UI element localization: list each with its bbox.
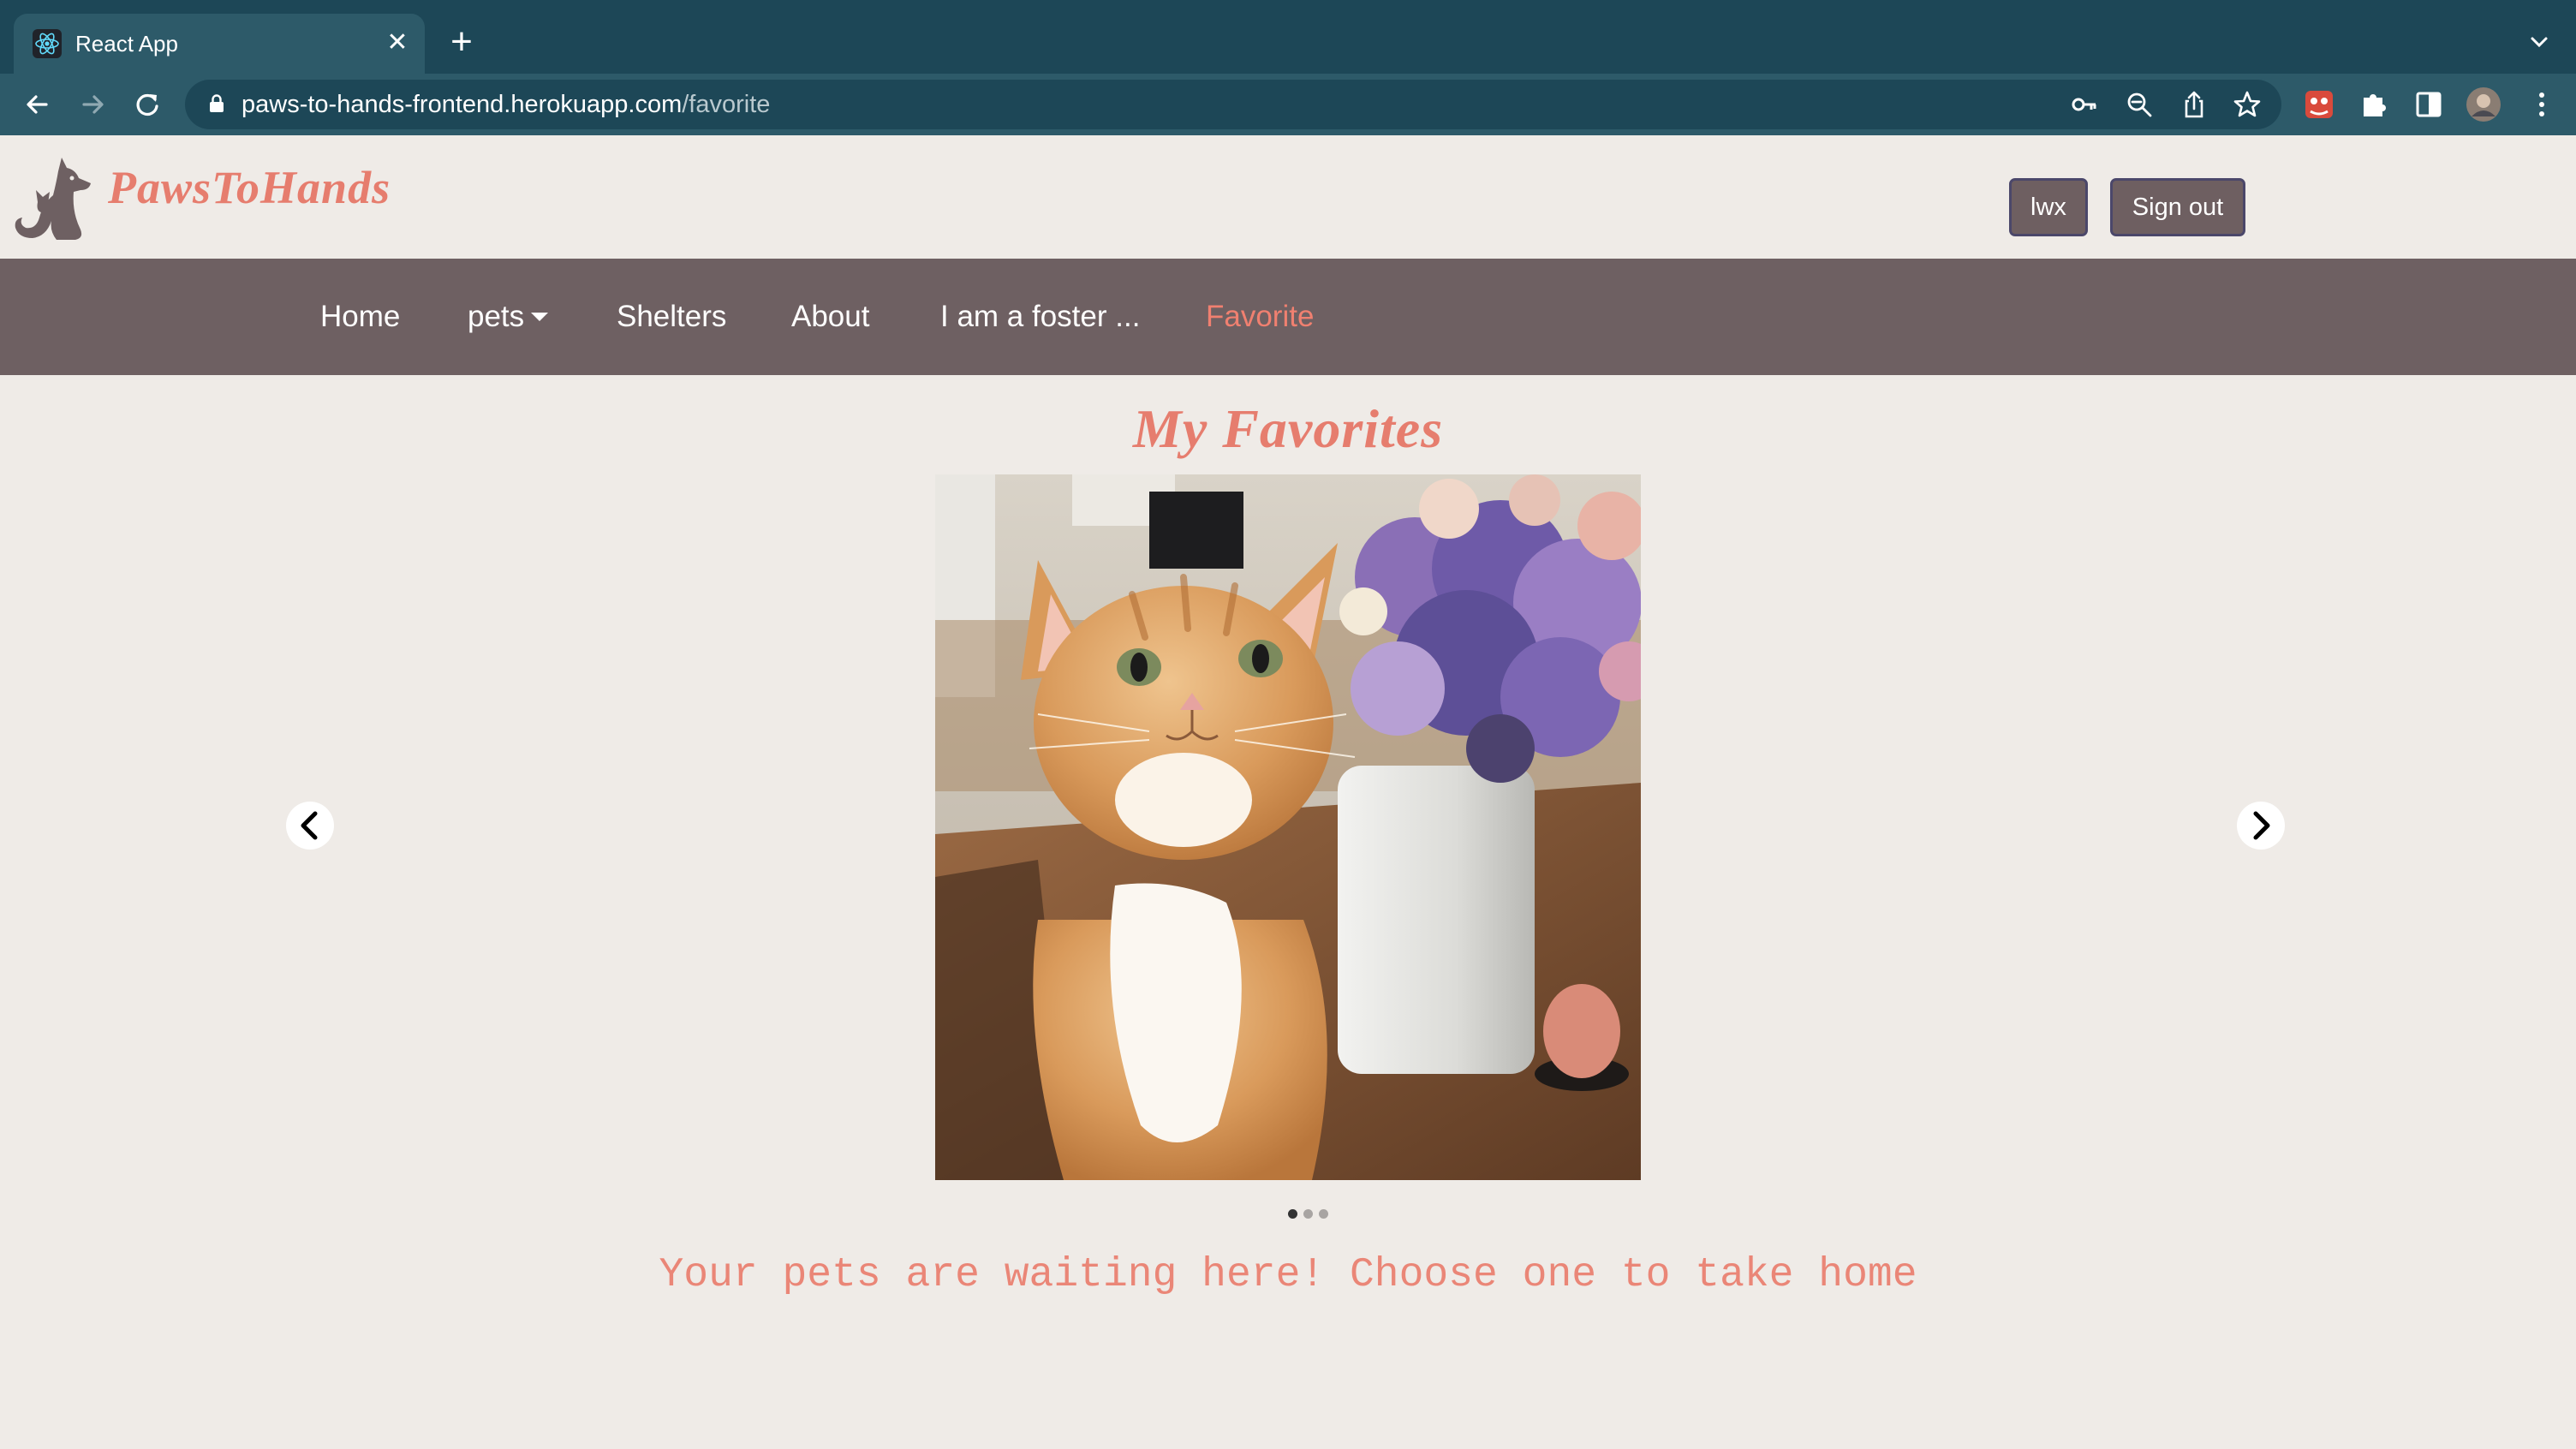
address-bar[interactable]: paws-to-hands-frontend.herokuapp.com/fav… bbox=[185, 80, 2281, 129]
user-profile-button[interactable]: lwx bbox=[2009, 178, 2088, 236]
sign-out-button[interactable]: Sign out bbox=[2110, 178, 2245, 236]
brand-logo-text[interactable]: PawsToHands bbox=[108, 161, 391, 214]
browser-menu-kebab-icon[interactable] bbox=[2521, 84, 2562, 125]
nav-foster-label: I am a foster ... bbox=[940, 300, 1141, 333]
nav-favorite[interactable]: Favorite bbox=[1206, 296, 1314, 337]
nav-shelters[interactable]: Shelters bbox=[617, 296, 726, 337]
browser-tab-strip: React App ✕ + bbox=[0, 0, 2576, 74]
reload-icon[interactable] bbox=[127, 84, 168, 125]
page-title: My Favorites bbox=[1132, 398, 1444, 459]
carousel-prev-chevron-icon[interactable] bbox=[286, 802, 334, 850]
carousel-dot[interactable] bbox=[1319, 1209, 1328, 1219]
nav-pets-dropdown[interactable]: pets bbox=[468, 296, 549, 337]
nav-about-label: About bbox=[791, 300, 870, 333]
new-tab-plus-icon[interactable]: + bbox=[442, 22, 481, 62]
key-icon[interactable] bbox=[2069, 89, 2100, 120]
url-text[interactable]: paws-to-hands-frontend.herokuapp.com/fav… bbox=[242, 90, 770, 119]
carousel-dot[interactable] bbox=[1303, 1209, 1313, 1219]
lock-icon[interactable] bbox=[209, 94, 224, 113]
browser-tab[interactable]: React App ✕ bbox=[14, 14, 425, 74]
dog-cat-logo-icon[interactable] bbox=[12, 152, 92, 242]
carousel-next-chevron-icon[interactable] bbox=[2237, 802, 2285, 850]
nav-home[interactable]: Home bbox=[320, 296, 400, 337]
profile-avatar-icon[interactable] bbox=[2463, 84, 2504, 125]
react-favicon-icon bbox=[33, 29, 62, 58]
browser-toolbar: paws-to-hands-frontend.herokuapp.com/fav… bbox=[0, 74, 2576, 135]
close-tab-icon[interactable]: ✕ bbox=[380, 26, 414, 60]
extensions-puzzle-icon[interactable] bbox=[2353, 84, 2394, 125]
url-path: /favorite bbox=[682, 91, 771, 118]
share-icon[interactable] bbox=[2179, 89, 2209, 120]
nav-pets-label: pets bbox=[468, 300, 525, 333]
extension-red-icon[interactable] bbox=[2299, 84, 2340, 125]
nav-home-label: Home bbox=[320, 300, 401, 333]
nav-foster[interactable]: I am a foster ... bbox=[940, 296, 1140, 337]
back-arrow-icon[interactable] bbox=[17, 84, 58, 125]
favorites-carousel-slide[interactable] bbox=[935, 474, 1641, 1180]
cat-photo bbox=[935, 474, 1641, 1180]
nav-favorite-label: Favorite bbox=[1206, 300, 1315, 333]
favorites-tagline: Your pets are waiting here! Choose one t… bbox=[659, 1252, 1917, 1298]
carousel-dot[interactable] bbox=[1288, 1209, 1297, 1219]
url-host: paws-to-hands-frontend.herokuapp.com bbox=[242, 91, 683, 118]
tab-title: React App bbox=[75, 31, 178, 57]
bookmark-star-icon[interactable] bbox=[2232, 89, 2263, 120]
dropdown-caret-icon bbox=[531, 313, 549, 321]
zoom-icon[interactable] bbox=[2124, 89, 2155, 120]
nav-about[interactable]: About bbox=[791, 296, 869, 337]
nav-shelters-label: Shelters bbox=[617, 300, 727, 333]
main-navbar: Home pets Shelters About I am a foster .… bbox=[0, 259, 2576, 375]
forward-arrow-icon[interactable] bbox=[72, 84, 113, 125]
tab-search-chevron-icon[interactable] bbox=[2518, 21, 2561, 63]
site-header: PawsToHands lwx Sign out bbox=[0, 135, 2576, 259]
side-panel-icon[interactable] bbox=[2408, 84, 2449, 125]
